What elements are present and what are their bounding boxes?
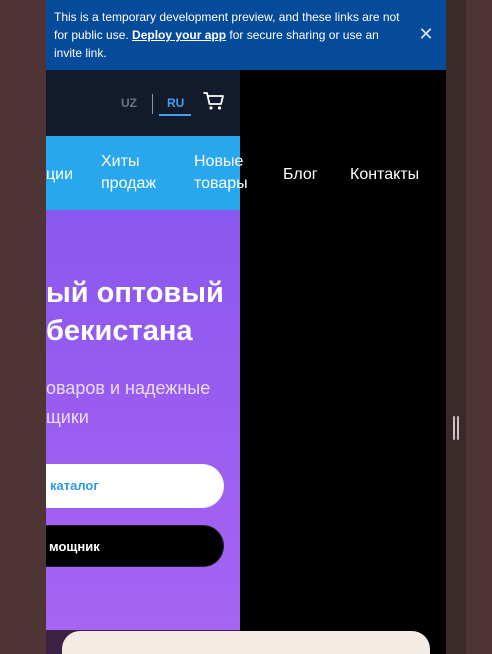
resize-grip-line [457, 416, 459, 440]
nav-item-promotions[interactable]: ции [46, 164, 73, 186]
resize-grip-line [453, 416, 455, 440]
site-header: UZ RU [46, 70, 240, 136]
banner-message: This is a temporary development preview,… [54, 8, 406, 62]
cart-icon[interactable] [203, 91, 225, 111]
catalog-button[interactable]: каталог [46, 464, 224, 508]
helper-button[interactable]: мощник [46, 525, 224, 567]
hero-title: ый оптовый бекистана [46, 277, 224, 347]
lang-divider [152, 94, 153, 114]
lang-uz-button[interactable]: UZ [121, 96, 137, 110]
resize-handle[interactable] [453, 416, 459, 440]
hero-subtitle: оваров и надежные щики [46, 378, 211, 427]
window-background-left [0, 0, 46, 654]
hero-section: ый оптовый бекистана оваров и надежные щик… [46, 210, 240, 630]
nav-item-new-products[interactable]: Новые товары [194, 151, 248, 195]
deploy-link[interactable]: Deploy your app [132, 28, 226, 42]
preview-banner: This is a temporary development preview,… [46, 0, 446, 70]
floating-card [62, 631, 430, 654]
lang-ru-button[interactable]: RU [167, 96, 184, 110]
main-navigation: ции Хиты продаж Новые товары [46, 136, 248, 210]
side-panel-strip [446, 0, 466, 654]
close-icon[interactable]: ✕ [416, 24, 436, 44]
helper-button-label: мощник [49, 539, 100, 554]
lang-active-underline [159, 114, 191, 116]
nav-item-blog[interactable]: Блог [283, 164, 318, 186]
window-background-right [446, 0, 492, 654]
nav-item-bestsellers[interactable]: Хиты продаж [101, 151, 156, 195]
nav-item-contacts[interactable]: Контакты [350, 164, 419, 186]
catalog-button-label: каталог [50, 478, 99, 493]
preview-viewport: This is a temporary development preview,… [46, 0, 446, 654]
